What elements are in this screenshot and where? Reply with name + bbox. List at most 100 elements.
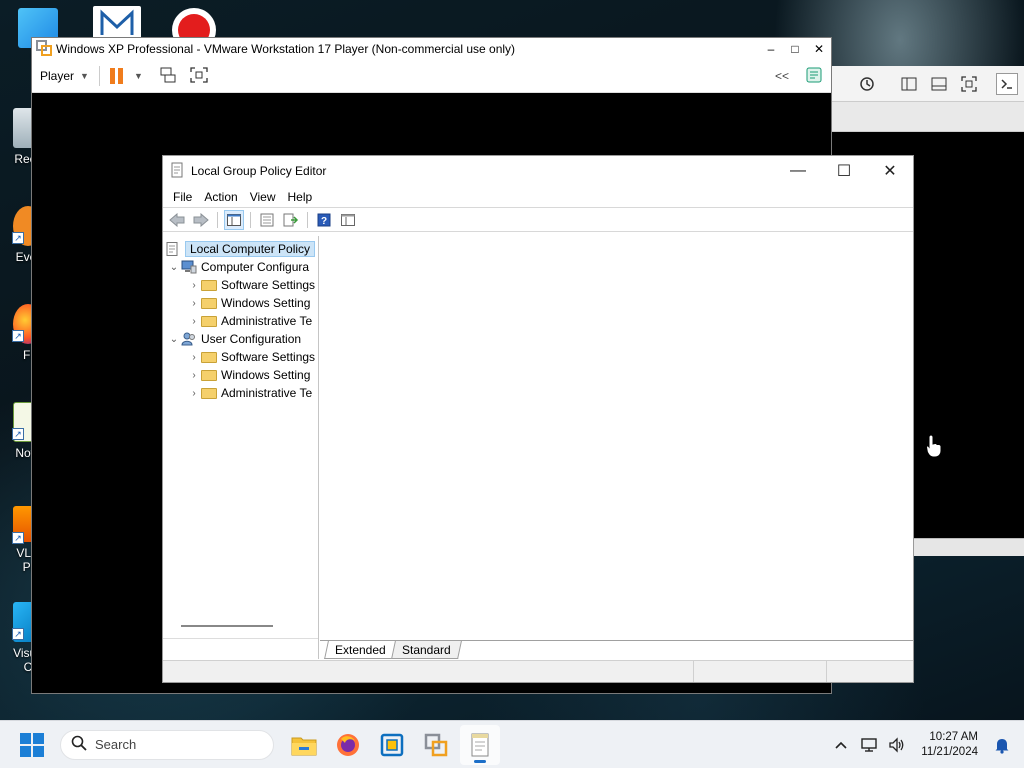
vmware-close-button[interactable]: ✕ bbox=[807, 42, 831, 56]
menu-view[interactable]: View bbox=[244, 190, 282, 204]
menu-file[interactable]: File bbox=[167, 190, 198, 204]
svg-text:?: ? bbox=[321, 216, 327, 227]
help-icon[interactable]: ? bbox=[314, 210, 334, 230]
gpe-minimize-button[interactable]: — bbox=[775, 162, 821, 180]
shortcut-arrow-icon: ↗ bbox=[12, 532, 24, 544]
tree-horizontal-scrollbar[interactable] bbox=[181, 625, 273, 627]
tree-item-user-administrative-templates[interactable]: › Administrative Te bbox=[163, 384, 318, 402]
sidebar-view-icon[interactable] bbox=[898, 73, 920, 95]
chevron-down-icon[interactable]: ⌄ bbox=[167, 262, 181, 273]
clock-date: 11/21/2024 bbox=[921, 745, 978, 758]
chevron-down-icon[interactable]: ⌄ bbox=[167, 334, 181, 345]
toolbar-separator bbox=[217, 211, 218, 228]
status-section bbox=[827, 661, 911, 682]
menu-action[interactable]: Action bbox=[198, 190, 243, 204]
taskbar-firefox[interactable] bbox=[328, 725, 368, 765]
taskbar-apps bbox=[284, 724, 500, 765]
background-window-strip bbox=[830, 102, 1024, 132]
chevron-right-icon[interactable]: › bbox=[187, 316, 201, 327]
vmware-titlebar[interactable]: Windows XP Professional - VMware Worksta… bbox=[32, 38, 831, 60]
collapse-library-icon[interactable]: << bbox=[775, 69, 789, 83]
tree-item-label: Software Settings bbox=[221, 350, 316, 364]
taskbar-vmware-player[interactable] bbox=[416, 725, 456, 765]
gpe-close-button[interactable]: ✕ bbox=[867, 161, 913, 181]
clock-time: 10:27 AM bbox=[929, 730, 978, 743]
computer-icon bbox=[181, 260, 197, 274]
taskbar-clock[interactable]: 10:27 AM 11/21/2024 bbox=[921, 730, 978, 760]
vmware-minimize-button[interactable]: – bbox=[759, 42, 783, 56]
tab-extended-label: Extended bbox=[335, 643, 386, 657]
shortcut-arrow-icon: ↗ bbox=[12, 232, 24, 244]
chevron-right-icon[interactable]: › bbox=[187, 298, 201, 309]
chevron-right-icon[interactable]: › bbox=[187, 280, 201, 291]
vmware-icon bbox=[424, 733, 448, 756]
windows-logo-icon bbox=[20, 732, 31, 744]
tree-item-label: Windows Setting bbox=[221, 296, 311, 310]
screen-recorder-icon[interactable] bbox=[172, 8, 218, 40]
folder-icon bbox=[201, 298, 217, 309]
forward-arrow-icon[interactable] bbox=[191, 210, 211, 230]
taskbar-virtualbox[interactable] bbox=[372, 725, 412, 765]
hand-cursor-icon bbox=[925, 434, 943, 458]
policy-document-icon bbox=[471, 733, 489, 756]
tree-item-user-software-settings[interactable]: › Software Settings bbox=[163, 348, 318, 366]
tree-item-local-computer-policy[interactable]: Local Computer Policy bbox=[165, 240, 318, 258]
show-hide-console-tree-icon[interactable] bbox=[224, 209, 244, 230]
vmware-maximize-button[interactable]: □ bbox=[783, 42, 807, 56]
tree-item-computer-software-settings[interactable]: › Software Settings bbox=[163, 276, 318, 294]
folder-icon bbox=[201, 370, 217, 381]
tree-item-user-windows-settings[interactable]: › Windows Setting bbox=[163, 366, 318, 384]
snapshot-icon[interactable] bbox=[856, 73, 878, 95]
folder-icon bbox=[201, 352, 217, 363]
taskbar-search[interactable]: Search bbox=[60, 729, 274, 760]
tree-item-label: Computer Configura bbox=[201, 260, 310, 274]
gpe-maximize-button[interactable]: ☐ bbox=[821, 161, 867, 181]
start-button[interactable] bbox=[20, 732, 44, 757]
users-icon bbox=[181, 332, 197, 346]
terminal-icon[interactable] bbox=[996, 72, 1018, 95]
fullscreen-icon[interactable] bbox=[958, 73, 980, 95]
volume-icon[interactable] bbox=[887, 735, 907, 755]
network-icon[interactable] bbox=[859, 735, 879, 755]
taskbar-group-policy-editor[interactable] bbox=[460, 724, 500, 765]
console-tree: Local Computer Policy ⌄ Computer Configu… bbox=[163, 236, 319, 659]
taskbar-file-explorer[interactable] bbox=[284, 725, 324, 765]
details-pane[interactable] bbox=[320, 236, 913, 639]
notification-bell-icon[interactable] bbox=[992, 735, 1012, 755]
export-list-icon[interactable] bbox=[281, 210, 301, 230]
tree-item-label: Windows Setting bbox=[221, 368, 311, 382]
console-view-icon[interactable] bbox=[928, 73, 950, 95]
send-ctrl-alt-del-icon[interactable] bbox=[159, 66, 177, 87]
chevron-right-icon[interactable]: › bbox=[187, 352, 201, 363]
toolbar-separator bbox=[307, 211, 308, 228]
gpe-body: Local Computer Policy ⌄ Computer Configu… bbox=[163, 236, 913, 659]
shortcut-arrow-icon: ↗ bbox=[12, 628, 24, 640]
chevron-right-icon[interactable]: › bbox=[187, 370, 201, 381]
mailbird-app-icon[interactable] bbox=[93, 6, 141, 40]
search-placeholder: Search bbox=[95, 737, 137, 752]
folder-icon bbox=[201, 280, 217, 291]
gpe-toolbar: ? bbox=[163, 208, 913, 232]
properties-icon[interactable] bbox=[257, 210, 277, 230]
gpe-titlebar[interactable]: Local Group Policy Editor — ☐ ✕ bbox=[163, 156, 913, 186]
tree-item-computer-administrative-templates[interactable]: › Administrative Te bbox=[163, 312, 318, 330]
pause-dropdown-icon[interactable]: ▼ bbox=[134, 71, 143, 81]
tree-item-label: Administrative Te bbox=[221, 386, 313, 400]
chevron-right-icon[interactable]: › bbox=[187, 388, 201, 399]
extended-view-icon[interactable] bbox=[338, 210, 358, 230]
shortcut-arrow-icon: ↗ bbox=[12, 330, 24, 342]
pause-icon[interactable] bbox=[109, 68, 124, 84]
tab-extended[interactable]: Extended bbox=[324, 641, 397, 659]
tab-standard[interactable]: Standard bbox=[390, 641, 462, 659]
fullscreen-icon[interactable] bbox=[189, 66, 209, 87]
menu-help[interactable]: Help bbox=[282, 190, 319, 204]
tree-item-computer-configuration[interactable]: ⌄ Computer Configura bbox=[163, 258, 318, 276]
player-menu-button[interactable]: Player ▼ bbox=[40, 69, 89, 83]
tree-item-computer-windows-settings[interactable]: › Windows Setting bbox=[163, 294, 318, 312]
back-arrow-icon[interactable] bbox=[167, 210, 187, 230]
notes-icon[interactable] bbox=[805, 66, 823, 87]
background-window-toolbar bbox=[830, 66, 1024, 102]
chevron-up-icon[interactable] bbox=[831, 735, 851, 755]
toolbar-separator bbox=[98, 66, 100, 86]
tree-item-user-configuration[interactable]: ⌄ User Configuration bbox=[163, 330, 318, 348]
